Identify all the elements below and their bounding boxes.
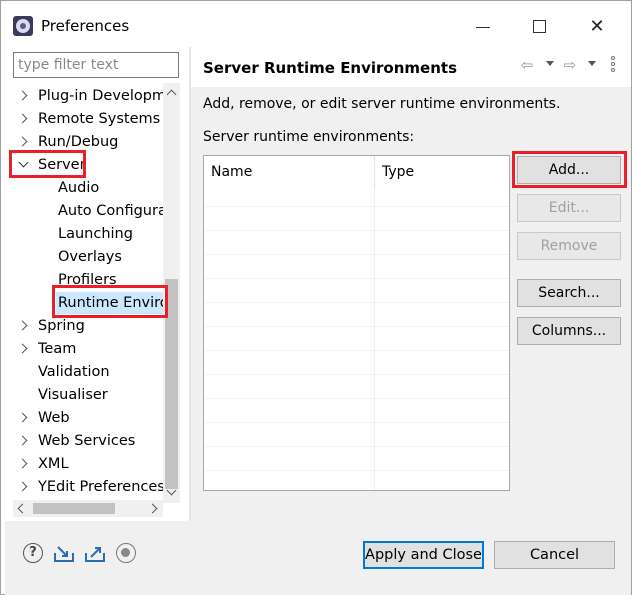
maximize-icon <box>533 20 546 33</box>
apply-and-close-button[interactable]: Apply and Close <box>363 541 484 569</box>
page-description: Add, remove, or edit server runtime envi… <box>203 96 561 112</box>
view-menu-icon[interactable] <box>610 56 616 74</box>
tree-item-label: Overlays <box>58 249 122 265</box>
tree-item-label: Remote Systems <box>38 111 161 127</box>
tree-item[interactable]: Visualiser <box>13 384 173 406</box>
tree-item-label: Launching <box>58 226 133 242</box>
minimize-icon <box>476 27 490 28</box>
close-icon: ✕ <box>589 16 605 37</box>
forward-arrow-icon[interactable]: ⇨ <box>561 56 579 74</box>
tree-item[interactable]: Web Services <box>13 430 173 452</box>
tree-item[interactable]: Validation <box>13 361 173 383</box>
minimize-button[interactable] <box>467 11 499 43</box>
tree-item[interactable]: Web <box>13 407 173 429</box>
tree-item[interactable]: Remote Systems <box>13 108 173 130</box>
title-bar: Preferences ✕ <box>1 1 631 53</box>
column-header-name[interactable]: Name <box>204 156 374 188</box>
table-row <box>204 422 509 423</box>
scroll-left-icon[interactable] <box>15 503 26 514</box>
chevron-right-icon[interactable] <box>17 481 29 493</box>
runtime-list-label: Server runtime environments: <box>203 129 415 145</box>
window-title: Preferences <box>41 17 130 35</box>
back-arrow-icon[interactable]: ⇦ <box>518 56 536 74</box>
dialog-button-bar: ? Apply and Close Cancel <box>5 521 631 595</box>
tree-item-label: Audio <box>58 180 100 196</box>
chevron-right-icon[interactable] <box>17 320 29 332</box>
chevron-right-icon[interactable] <box>17 136 29 148</box>
table-row <box>204 374 509 375</box>
page-header: Server Runtime Environments ⇦ ⇨ <box>191 47 631 87</box>
back-menu-chevron-icon[interactable] <box>545 59 555 69</box>
search-button[interactable]: Search... <box>517 279 621 307</box>
tree-horizontal-scrollbar[interactable] <box>13 500 163 517</box>
chevron-right-icon[interactable] <box>17 412 29 424</box>
remove-button[interactable]: Remove <box>517 232 621 260</box>
table-row <box>204 350 509 351</box>
maximize-button[interactable] <box>523 11 555 43</box>
table-row <box>204 206 509 207</box>
filter-input[interactable] <box>13 52 179 78</box>
import-icon[interactable] <box>53 543 74 563</box>
tree-item-label: XML <box>38 456 69 472</box>
chevron-right-icon[interactable] <box>17 458 29 470</box>
table-row <box>204 254 509 255</box>
tree-item[interactable]: Audio <box>13 177 173 199</box>
highlight-server <box>9 150 86 178</box>
tree-item[interactable]: XML <box>13 453 173 475</box>
page-title: Server Runtime Environments <box>203 59 457 77</box>
tree-item-label: Plug-in Developm <box>38 88 167 104</box>
column-header-type[interactable]: Type <box>374 156 509 188</box>
preferences-window: Preferences ✕ Plug-in Developm Remote Sys… <box>0 0 632 595</box>
tree-item[interactable]: Team <box>13 338 173 360</box>
chevron-right-icon[interactable] <box>17 435 29 447</box>
edit-button[interactable]: Edit... <box>517 194 621 222</box>
tree-item[interactable]: Spring <box>13 315 173 337</box>
tree-item-label: YEdit Preferences <box>38 479 165 495</box>
preference-page: Server Runtime Environments ⇦ ⇨ Add, rem… <box>191 47 631 521</box>
tree-item-label: Web <box>38 410 70 426</box>
tree-item[interactable]: Overlays <box>13 246 173 268</box>
cancel-button[interactable]: Cancel <box>494 541 615 569</box>
eclipse-app-icon <box>13 16 33 36</box>
tree-item[interactable]: Launching <box>13 223 173 245</box>
table-row <box>204 230 509 231</box>
chevron-right-icon[interactable] <box>17 90 29 102</box>
tree-item-label: Auto Configura <box>58 203 167 219</box>
table-row <box>204 302 509 303</box>
tree-item-label: Spring <box>38 318 85 334</box>
close-button[interactable]: ✕ <box>581 11 613 43</box>
help-icon[interactable]: ? <box>23 543 43 563</box>
table-row <box>204 398 509 399</box>
highlight-add-button <box>512 151 627 188</box>
export-icon[interactable] <box>84 543 105 563</box>
tree-item-label: Team <box>38 341 77 357</box>
table-row <box>204 278 509 279</box>
tree-item-label: Web Services <box>38 433 136 449</box>
tree-item[interactable]: Auto Configura <box>13 200 173 222</box>
chevron-right-icon[interactable] <box>17 343 29 355</box>
tree-item-label: Validation <box>38 364 110 380</box>
preference-tree-panel: Plug-in DevelopmRemote SystemsRun/DebugS… <box>5 47 189 521</box>
highlight-runtime-environments <box>52 285 168 318</box>
runtime-environments-table[interactable]: Name Type <box>203 155 510 491</box>
horizontal-scroll-thumb[interactable] <box>33 503 115 514</box>
tree-item-label: Visualiser <box>38 387 108 403</box>
scroll-down-icon[interactable] <box>166 487 177 498</box>
table-row <box>204 446 509 447</box>
chevron-right-icon[interactable] <box>17 113 29 125</box>
table-row <box>204 470 509 471</box>
tree-item[interactable]: Plug-in Developm <box>13 85 173 107</box>
scroll-right-icon[interactable] <box>149 503 160 514</box>
table-row <box>204 326 509 327</box>
columns-button[interactable]: Columns... <box>517 317 621 345</box>
tree-item[interactable]: YEdit Preferences <box>13 476 173 498</box>
forward-menu-chevron-icon[interactable] <box>587 59 597 69</box>
scroll-up-icon[interactable] <box>166 87 177 98</box>
record-icon[interactable] <box>116 543 136 563</box>
